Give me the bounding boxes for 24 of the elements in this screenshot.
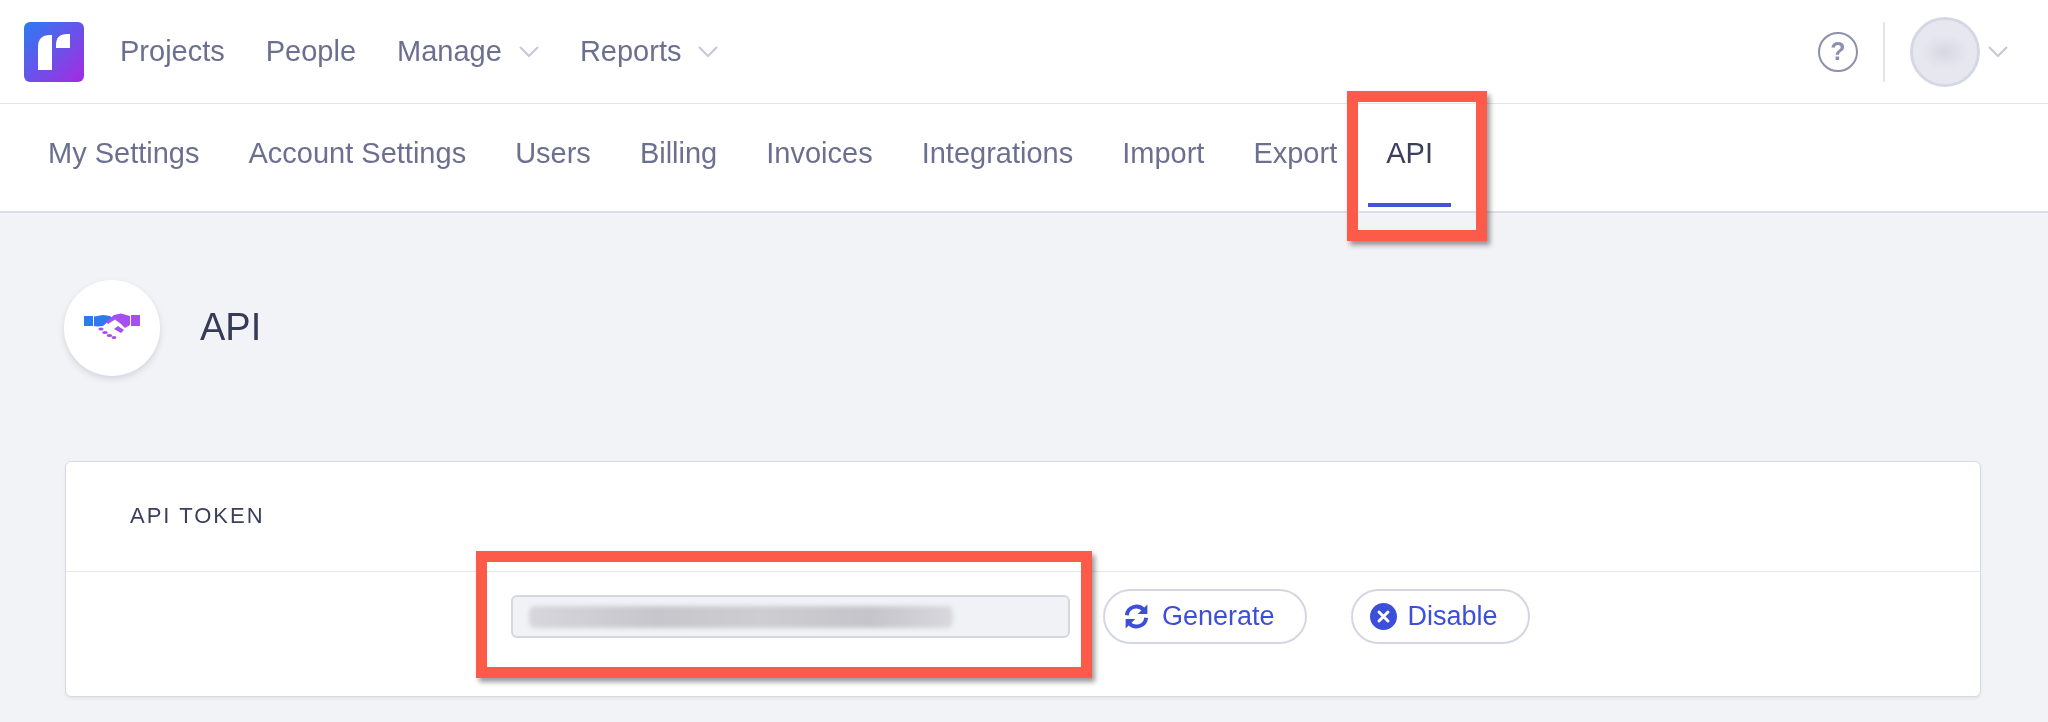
settings-tab[interactable]: Import bbox=[1104, 104, 1223, 207]
page-title: API bbox=[200, 306, 262, 350]
chevron-down-icon[interactable] bbox=[1988, 45, 2008, 58]
section-heading: API TOKEN bbox=[130, 503, 265, 530]
generate-button[interactable]: Generate bbox=[1103, 589, 1307, 644]
settings-tab[interactable]: Export bbox=[1235, 104, 1356, 207]
settings-tab[interactable]: Billing bbox=[621, 104, 736, 207]
settings-tab[interactable]: My Settings bbox=[30, 104, 218, 207]
handshake-icon bbox=[64, 280, 160, 376]
help-button[interactable]: ? bbox=[1818, 31, 1858, 72]
refresh-icon bbox=[1122, 602, 1151, 631]
nav-link[interactable]: Projects bbox=[120, 34, 225, 69]
settings-tab[interactable]: Integrations bbox=[903, 104, 1092, 207]
app-logo[interactable] bbox=[24, 21, 84, 82]
nav-dropdown[interactable]: Manage bbox=[397, 34, 539, 69]
nav-dropdown[interactable]: Reports bbox=[579, 34, 719, 69]
settings-tab[interactable]: API bbox=[1368, 104, 1451, 207]
settings-tab[interactable]: Account Settings bbox=[230, 104, 485, 207]
nav-link[interactable]: People bbox=[265, 34, 357, 69]
disable-button[interactable]: Disable bbox=[1350, 589, 1530, 644]
settings-tab[interactable]: Users bbox=[497, 104, 609, 207]
token-field[interactable] bbox=[511, 595, 1070, 638]
settings-tab[interactable]: Invoices bbox=[748, 104, 891, 207]
x-circle-icon bbox=[1369, 603, 1397, 630]
